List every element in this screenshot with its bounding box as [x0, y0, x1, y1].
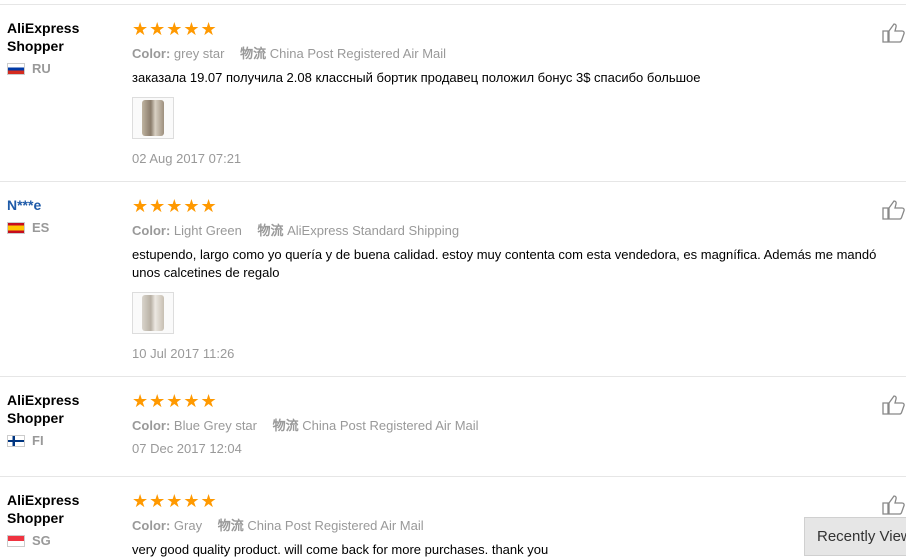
reviewer-info: AliExpress Shopper SG — [7, 491, 122, 548]
thumbs-up-icon[interactable] — [882, 23, 906, 43]
review-photo-thumbnail[interactable] — [132, 292, 174, 334]
reviewer-info: N***e ES — [7, 196, 122, 235]
review-content: ★★★★★ Color: Light Green 物流 AliExpress S… — [132, 196, 892, 361]
reviewer-country: ES — [7, 220, 122, 235]
review-item: N***e ES ★★★★★ Color: Light Green 物流 Ali… — [0, 182, 906, 377]
review-item: AliExpress Shopper SG ★★★★★ Color: Gray … — [0, 477, 906, 559]
review-date: 07 Dec 2017 12:04 — [132, 441, 242, 456]
color-value: grey star — [173, 46, 225, 61]
reviewer-name[interactable]: N***e — [7, 196, 122, 214]
shipping-label: 物流 — [257, 223, 284, 238]
review-text: заказала 19.07 получила 2.08 классный бо… — [132, 70, 701, 85]
review-photo-thumbnail[interactable] — [132, 97, 174, 139]
country-code: SG — [32, 533, 51, 548]
reviewer-info: AliExpress Shopper RU — [7, 19, 122, 76]
reviewer-country: FI — [7, 433, 122, 448]
thumbs-up-icon[interactable] — [882, 495, 906, 515]
color-label: Color: — [132, 518, 171, 533]
color-value: Blue Grey star — [173, 418, 257, 433]
thumbs-up-icon[interactable] — [882, 200, 906, 220]
color-label: Color: — [132, 418, 171, 433]
reviewer-country: RU — [7, 61, 122, 76]
review-content: ★★★★★ Color: Gray 物流 China Post Register… — [132, 491, 892, 559]
reviewer-info: AliExpress Shopper FI — [7, 391, 122, 448]
review-content: ★★★★★ Color: grey star 物流 China Post Reg… — [132, 19, 892, 166]
color-value: Gray — [173, 518, 203, 533]
product-photo — [142, 295, 164, 331]
star-rating: ★★★★★ — [132, 19, 218, 39]
color-label: Color: — [132, 46, 171, 61]
shipping-label: 物流 — [240, 46, 267, 61]
star-rating: ★★★★★ — [132, 491, 218, 511]
reviewer-name: AliExpress Shopper — [7, 392, 80, 426]
shipping-label: 物流 — [272, 418, 299, 433]
star-rating: ★★★★★ — [132, 196, 218, 216]
review-date: 02 Aug 2017 07:21 — [132, 151, 242, 166]
country-code: RU — [32, 61, 51, 76]
recently-viewed-button[interactable]: Recently Viewed — [804, 517, 906, 556]
review-text: estupendo, largo como yo quería y de bue… — [132, 247, 877, 280]
shipping-value: AliExpress Standard Shipping — [287, 223, 460, 238]
review-date: 10 Jul 2017 11:26 — [132, 346, 235, 361]
product-photo — [142, 100, 164, 136]
color-value: Light Green — [173, 223, 242, 238]
flag-ru-icon — [7, 62, 25, 75]
flag-es-icon — [7, 221, 25, 234]
flag-sg-icon — [7, 534, 25, 547]
review-meta: Color: Blue Grey star 物流 China Post Regi… — [132, 417, 892, 435]
reviewer-name: AliExpress Shopper — [7, 20, 80, 54]
review-item: AliExpress Shopper RU ★★★★★ Color: grey … — [0, 5, 906, 182]
reviewer-country: SG — [7, 533, 122, 548]
review-text: very good quality product. will come bac… — [132, 542, 549, 557]
thumbs-up-icon[interactable] — [882, 395, 906, 415]
review-item: AliExpress Shopper FI ★★★★★ Color: Blue … — [0, 377, 906, 477]
review-meta: Color: grey star 物流 China Post Registere… — [132, 45, 892, 63]
color-label: Color: — [132, 223, 171, 238]
shipping-value: China Post Registered Air Mail — [269, 46, 447, 61]
review-meta: Color: Gray 物流 China Post Registered Air… — [132, 517, 892, 535]
country-code: ES — [32, 220, 50, 235]
review-meta: Color: Light Green 物流 AliExpress Standar… — [132, 222, 892, 240]
review-content: ★★★★★ Color: Blue Grey star 物流 China Pos… — [132, 391, 892, 456]
country-code: FI — [32, 433, 44, 448]
shipping-label: 物流 — [217, 518, 244, 533]
shipping-value: China Post Registered Air Mail — [247, 518, 424, 533]
star-rating: ★★★★★ — [132, 391, 218, 411]
reviewer-name: AliExpress Shopper — [7, 492, 80, 526]
flag-fi-icon — [7, 434, 25, 447]
shipping-value: China Post Registered Air Mail — [302, 418, 479, 433]
